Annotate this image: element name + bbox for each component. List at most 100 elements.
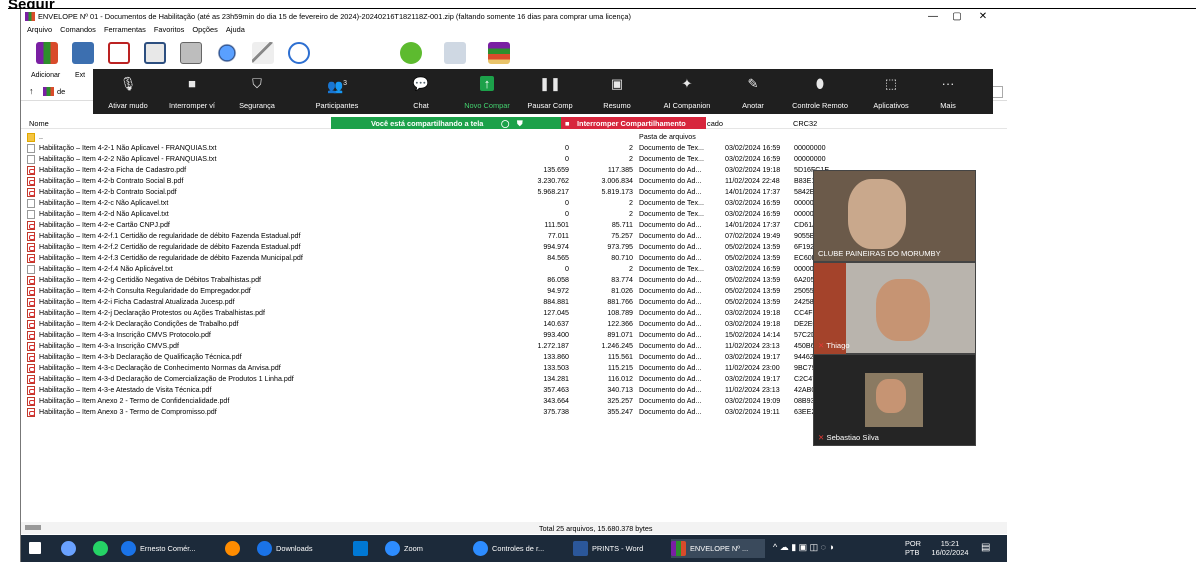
- file-row[interactable]: Habilitação – Item 4-2-i Ficha Cadastral…: [21, 297, 827, 308]
- file-modified: 14/01/2024 17:37: [725, 188, 781, 196]
- video-tile-sebastiao[interactable]: ✕ Sebastiao Silva: [813, 354, 976, 446]
- file-row[interactable]: Habilitação – Item 4-3-a Inscrição CMVS.…: [21, 341, 827, 352]
- taskbar-winrar[interactable]: ENVELOPE Nº ...: [671, 539, 765, 558]
- virus-scan-button[interactable]: [395, 42, 427, 70]
- file-row[interactable]: Habilitação – Item 4-2-b Contrato Social…: [21, 176, 828, 187]
- pdf-file-icon: [27, 243, 35, 252]
- file-name: Habilitação – Item 4-3-d Declaração de C…: [39, 375, 294, 383]
- file-row[interactable]: Habilitação – Item 4-2-a Ficha de Cadast…: [21, 165, 829, 176]
- extract-button[interactable]: [67, 42, 99, 70]
- file-row[interactable]: Habilitação – Item 4-3-c Declaração de C…: [21, 363, 828, 374]
- file-row[interactable]: Habilitação – Item 4-2-f.1 Certidão de r…: [21, 231, 828, 242]
- mute-button[interactable]: 🎙 Ativar mudo: [99, 73, 157, 110]
- pdf-file-icon: [27, 298, 35, 307]
- file-row[interactable]: Habilitação – Item 4-2-g Certidão Negati…: [21, 275, 828, 286]
- taskbar-downloads[interactable]: Downloads: [257, 539, 339, 558]
- file-packed-size: 75.257: [611, 232, 633, 240]
- menu-ferramentas[interactable]: Ferramentas: [104, 25, 146, 34]
- file-row[interactable]: Habilitação – Item 4-2-e Cartão CNPJ.pdf…: [21, 220, 830, 231]
- zoom-control-bar: 🎙 Ativar mudo ■ Interromper ví ⛉ Segurança …: [93, 69, 993, 114]
- more-button[interactable]: ··· Mais: [925, 73, 971, 110]
- file-row[interactable]: Habilitação – Item 4-2-2 Não Aplicavel -…: [21, 154, 826, 165]
- remote-control-button[interactable]: ⬮ Controle Remoto: [783, 73, 857, 110]
- chat-button[interactable]: 💬 Chat: [393, 73, 449, 110]
- info-button[interactable]: [283, 42, 315, 70]
- file-row[interactable]: Habilitação – Item 4-3-b Declaração de Q…: [21, 352, 826, 363]
- add-button[interactable]: [31, 42, 63, 70]
- input-language[interactable]: POR PTB: [905, 539, 921, 557]
- taskbar-word[interactable]: PRINTS - Word: [573, 539, 663, 558]
- menu-opcoes[interactable]: Opções: [192, 25, 217, 34]
- column-name[interactable]: Nome: [29, 119, 49, 128]
- taskbar-whatsapp[interactable]: [93, 539, 113, 558]
- file-modified: 05/02/2024 13:59: [725, 287, 781, 295]
- menu-favoritos[interactable]: Favoritos: [154, 25, 184, 34]
- wizard-button[interactable]: [247, 42, 279, 70]
- pdf-file-icon: [27, 276, 35, 285]
- taskbar-zoom[interactable]: Zoom: [385, 539, 465, 558]
- taskbar-zoom-controls[interactable]: Controles de r...: [473, 539, 565, 558]
- up-arrow-icon[interactable]: ↑: [29, 86, 34, 96]
- file-row[interactable]: Habilitação – Item Anexo 3 - Termo de Co…: [21, 407, 828, 418]
- minimize-button[interactable]: —: [921, 9, 945, 25]
- add-archive-icon: [36, 42, 58, 64]
- file-row[interactable]: Habilitação – Item 4-3-e Atestado de Vis…: [21, 385, 829, 396]
- file-row[interactable]: Habilitação – Item 4-2-h Consulta Regula…: [21, 286, 828, 297]
- annotate-button[interactable]: ✎ Anotar: [729, 73, 777, 110]
- file-row[interactable]: .. Pasta de arquivos: [21, 132, 811, 143]
- file-row[interactable]: Habilitação – Item 4-2-f.3 Certidão de r…: [21, 253, 831, 264]
- file-row[interactable]: Habilitação – Item 4-2-c Não Aplicavel.t…: [21, 198, 826, 209]
- video-tile-clube[interactable]: CLUBE PAINEIRAS DO MORUMBY: [813, 170, 976, 262]
- menu-ajuda[interactable]: Ajuda: [226, 25, 245, 34]
- file-row[interactable]: Habilitação – Item 4-2-f.2 Certidão de r…: [21, 242, 827, 253]
- menu-arquivo[interactable]: Arquivo: [27, 25, 52, 34]
- pause-share-button[interactable]: ❚❚ Pausar Comp: [521, 73, 579, 110]
- taskbar-outlook[interactable]: [353, 539, 375, 558]
- test-button[interactable]: [103, 42, 135, 70]
- participants-button[interactable]: 👥3 Participantes: [297, 73, 377, 110]
- delete-button[interactable]: [175, 42, 207, 70]
- file-row[interactable]: Habilitação – Item 4-2-1 Não Aplicavel -…: [21, 143, 826, 154]
- find-button[interactable]: [211, 42, 243, 70]
- participant-face-3: [876, 379, 906, 413]
- file-row[interactable]: Habilitação – Item 4-2-j Declaração Prot…: [21, 308, 829, 319]
- start-button[interactable]: [29, 539, 49, 558]
- pdf-file-icon: [27, 342, 35, 351]
- clock[interactable]: 15:21 16/02/2024: [931, 539, 969, 557]
- ai-companion-button[interactable]: ✦ AI Companion: [649, 73, 725, 110]
- stop-share-button[interactable]: ■ Interromper Compartilhamento: [561, 117, 706, 129]
- menu-comandos[interactable]: Comandos: [60, 25, 96, 34]
- taskbar-chrome-ernesto[interactable]: Ernesto Comér...: [121, 539, 217, 558]
- address-path[interactable]: de: [57, 87, 65, 96]
- notifications-icon[interactable]: ▤: [981, 542, 990, 553]
- tray-icons[interactable]: ^ ☁ ▮ ▣ ◫ ◌ ◑: [773, 542, 834, 553]
- stop-video-button[interactable]: ■ Interromper ví: [157, 73, 227, 110]
- summary-button[interactable]: ▣ Resumo: [589, 73, 645, 110]
- file-row[interactable]: Habilitação – Item 4-2-b Contrato Social…: [21, 187, 826, 198]
- file-row[interactable]: Habilitação – Item 4-2-f.4 Não Aplicável…: [21, 264, 826, 275]
- file-type: Documento de Tex...: [639, 199, 704, 207]
- apps-button[interactable]: ⬚ Aplicativos: [863, 73, 919, 110]
- column-crc32[interactable]: CRC32: [793, 119, 817, 128]
- new-share-button[interactable]: ↑ Novo Compar: [455, 73, 519, 110]
- pdf-file-icon: [27, 386, 35, 395]
- security-button[interactable]: ⛉ Segurança: [227, 73, 287, 110]
- file-name: Habilitação – Item 4-2-i Ficha Cadastral…: [39, 298, 235, 306]
- taskbar-chrome[interactable]: [225, 539, 245, 558]
- file-row[interactable]: Habilitação – Item 4-2-d Não Aplicavel.t…: [21, 209, 826, 220]
- file-row[interactable]: Habilitação – Item 4-3-a Inscrição CMVS …: [21, 330, 830, 341]
- comment-button[interactable]: [439, 42, 471, 70]
- file-row[interactable]: Habilitação – Item Anexo 2 - Termo de Co…: [21, 396, 828, 407]
- close-button[interactable]: ✕: [971, 9, 995, 25]
- taskbar-app-1[interactable]: [61, 539, 81, 558]
- sfx-button[interactable]: [483, 42, 515, 70]
- maximize-button[interactable]: ▢: [945, 9, 969, 25]
- file-row[interactable]: Habilitação – Item 4-2-k Declaração Cond…: [21, 319, 830, 330]
- text-file-icon: [27, 155, 35, 164]
- file-crc: 00000000: [794, 155, 826, 163]
- view-button[interactable]: [139, 42, 171, 70]
- file-type: Documento do Ad...: [639, 232, 702, 240]
- video-tile-thiago[interactable]: ✕ Thiago: [813, 262, 976, 355]
- file-row[interactable]: Habilitação – Item 4-3-d Declaração de C…: [21, 374, 829, 385]
- file-modified: 11/02/2024 23:13: [725, 386, 780, 394]
